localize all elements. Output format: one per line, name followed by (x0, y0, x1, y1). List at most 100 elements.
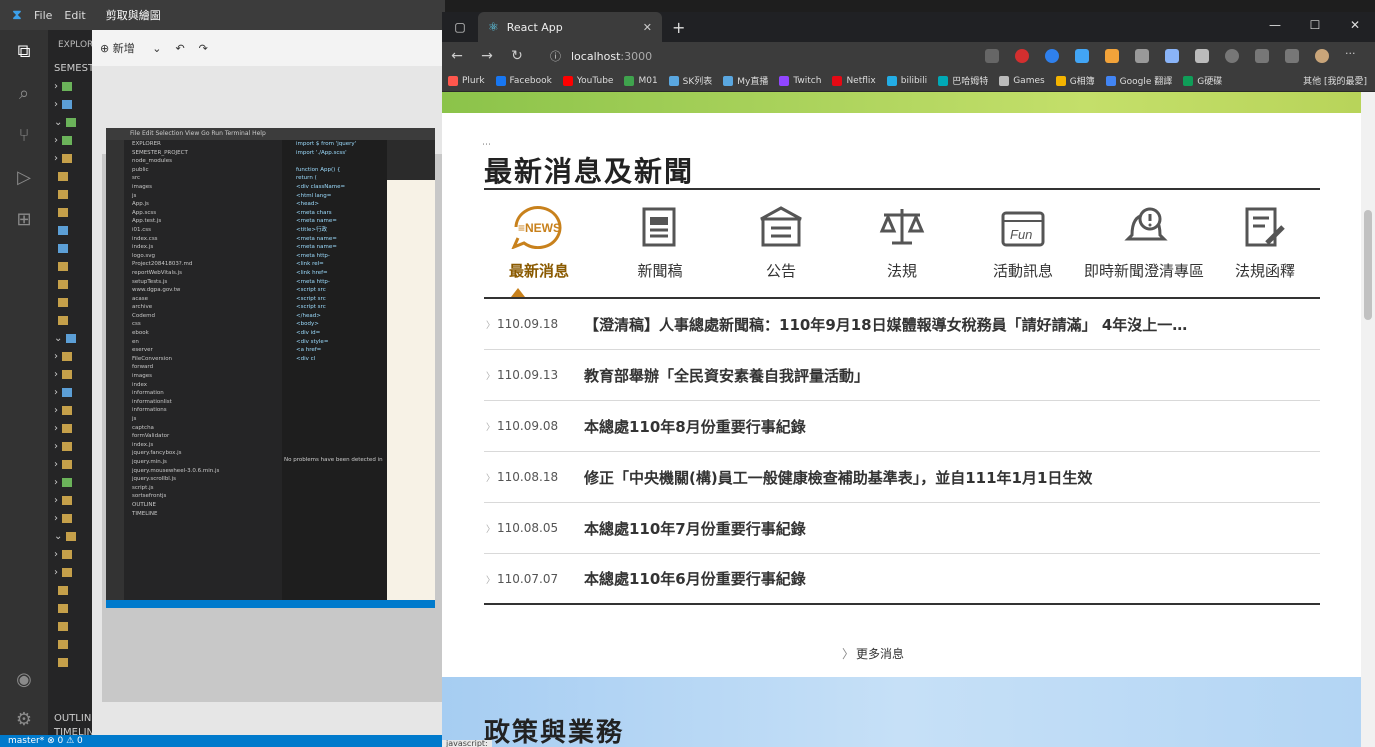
read-aloud-icon[interactable] (985, 49, 999, 63)
scrollbar-thumb[interactable] (1364, 210, 1372, 320)
extension-icon[interactable] (1135, 49, 1149, 63)
redo-icon[interactable]: ↷ (199, 42, 208, 55)
bookmark-item[interactable]: Netflix (832, 75, 876, 86)
search-icon[interactable]: ⌕ (0, 72, 48, 114)
mini-code-line: <div id= (296, 330, 321, 337)
undo-icon[interactable]: ↶ (175, 42, 184, 55)
profile-avatar-icon[interactable] (1315, 49, 1329, 63)
news-headline-link[interactable]: 本總處110年7月份重要行事紀錄 (584, 518, 1314, 539)
news-item[interactable]: 110.09.08本總處110年8月份重要行事紀錄 (484, 401, 1320, 452)
news-item[interactable]: 110.09.18【澄清稿】人事總處新聞稿：110年9月18日媒體報導女稅務員「… (484, 299, 1320, 350)
bookmark-item[interactable]: Games (999, 75, 1045, 86)
new-snip-button[interactable]: ⊕ 新增 ⌄ (100, 40, 161, 56)
more-news-link[interactable]: 更多消息 (842, 645, 904, 662)
category-clarification[interactable]: 即時新聞澄清專區 (1084, 202, 1204, 297)
bookmark-item[interactable]: bilibili (886, 75, 928, 86)
new-tab-button[interactable]: + (672, 18, 685, 37)
extension-icon[interactable] (1075, 49, 1089, 63)
mini-code-line: <div cl (296, 355, 316, 362)
bookmark-item[interactable]: G相簿 (1055, 74, 1095, 87)
url-input[interactable]: ⓘ localhost:3000 (542, 45, 940, 67)
vscode-status-bar[interactable]: master* ⊗ 0 ⚠ 0 (0, 735, 445, 747)
bookmark-favicon-icon (448, 75, 458, 86)
news-headline-link[interactable]: 本總處110年8月份重要行事紀錄 (584, 416, 1314, 437)
news-item[interactable]: 110.08.05本總處110年7月份重要行事紀錄 (484, 503, 1320, 554)
run-debug-icon[interactable]: ▷ (0, 156, 48, 198)
mini-file-item: eserver (132, 347, 153, 354)
news-item[interactable]: 110.08.18修正「中央機關(構)員工一般健康檢查補助基準表」，並自111年… (484, 452, 1320, 503)
news-item[interactable]: 110.09.13教育部舉辦「全民資安素養自我評量活動」 (484, 350, 1320, 401)
mini-file-item: jquery.fancybox.js (132, 450, 182, 457)
bookmark-item[interactable]: Twitch (779, 75, 822, 86)
extension-icon[interactable] (1225, 49, 1239, 63)
mini-file-item: setupTests.js (132, 278, 168, 285)
bookmark-favicon-icon (1105, 75, 1116, 86)
bookmark-label: bilibili (900, 75, 928, 86)
collections-icon[interactable] (1285, 49, 1299, 63)
news-headline-link[interactable]: 本總處110年6月份重要行事紀錄 (584, 568, 1314, 589)
news-headline-link[interactable]: 教育部舉辦「全民資安素養自我評量活動」 (584, 365, 1314, 386)
bookmark-item[interactable]: M01 (624, 75, 658, 86)
mini-file-item: ebook (132, 330, 149, 337)
bookmark-item[interactable]: G硬碟 (1183, 74, 1222, 87)
link-status-text: javascript: (442, 740, 492, 747)
back-icon[interactable]: ← (442, 48, 472, 64)
bookmark-item[interactable]: My直播 (723, 74, 768, 87)
close-tab-icon[interactable]: ✕ (643, 21, 652, 34)
extensions-icon[interactable]: ⊞ (0, 198, 48, 240)
more-icon[interactable]: ··· (1345, 48, 1359, 63)
category-events[interactable]: Fun 活動訊息 (968, 202, 1078, 297)
mini-file-item: index.css (132, 235, 158, 242)
document-edit-icon (1233, 202, 1297, 252)
news-item[interactable]: 110.07.07本總處110年6月份重要行事紀錄 (484, 554, 1320, 605)
tab-react-app[interactable]: ⚛ React App ✕ (478, 12, 662, 42)
workspaces-icon[interactable]: ▢ (442, 20, 478, 34)
extension-icon[interactable] (1045, 49, 1059, 63)
mini-vscode-menu: File Edit Selection View Go Run Terminal… (106, 128, 435, 140)
bookmark-label: Twitch (793, 75, 822, 86)
save-icon[interactable] (1195, 49, 1209, 63)
category-interpretation[interactable]: 法規函釋 (1210, 202, 1320, 297)
adblock-icon[interactable] (1015, 49, 1029, 63)
extension-icon[interactable] (1105, 49, 1119, 63)
favorites-icon[interactable] (1255, 49, 1269, 63)
new-snip-label: 新增 (112, 42, 135, 55)
account-icon[interactable]: ◉ (0, 658, 48, 700)
info-icon[interactable]: ⓘ (550, 48, 561, 64)
bookmark-item[interactable]: Google 翻譯 (1105, 74, 1172, 87)
news-icon: ≡NEWS (507, 202, 571, 252)
captured-screenshot: File Edit Selection View Go Run Terminal… (106, 128, 435, 608)
minimize-button[interactable]: — (1255, 12, 1295, 42)
maximize-button[interactable]: ☐ (1295, 12, 1335, 42)
mini-file-item: sortsefrontjs (132, 493, 167, 500)
divider (484, 188, 1320, 190)
bookmark-item[interactable]: SK列表 (668, 74, 712, 87)
category-latest-news[interactable]: ≡NEWS 最新消息 (484, 202, 594, 297)
other-bookmarks-folder[interactable]: 其他 [我的最愛] (1303, 74, 1367, 87)
category-regulations[interactable]: 法規 (847, 202, 957, 297)
news-section-title: 最新消息及新聞 (484, 155, 695, 188)
gear-icon[interactable]: ⚙ (0, 698, 48, 740)
news-headline-link[interactable]: 修正「中央機關(構)員工一般健康檢查補助基準表」，並自111年1月1日生效 (584, 467, 1314, 488)
menu-edit[interactable]: Edit (64, 9, 85, 22)
mini-problems-text: No problems have been detected in (284, 457, 383, 463)
mini-file-item: js (132, 192, 137, 199)
bookmark-item[interactable]: Plurk (448, 75, 485, 86)
bookmark-item[interactable]: 巴哈姆特 (938, 74, 988, 87)
explorer-icon[interactable]: ⧉ (0, 30, 48, 72)
mini-code-line: <meta http- (296, 278, 330, 285)
page-scrollbar[interactable] (1361, 92, 1375, 747)
bookmark-item[interactable]: YouTube (562, 75, 613, 86)
close-window-button[interactable]: ✕ (1335, 12, 1375, 42)
extension-icon[interactable] (1165, 49, 1179, 63)
refresh-icon[interactable]: ↻ (502, 48, 532, 64)
forward-icon[interactable]: → (472, 48, 502, 64)
announcement-icon (749, 202, 813, 252)
news-headline-link[interactable]: 【澄清稿】人事總處新聞稿：110年9月18日媒體報導女稅務員「請好請滿」 4年沒… (584, 314, 1314, 335)
category-press-release[interactable]: 新聞稿 (605, 202, 715, 297)
bookmark-item[interactable]: Facebook (495, 75, 552, 86)
source-control-icon[interactable]: ⑂ (0, 114, 48, 156)
address-bar-row: ← → ↻ ⓘ localhost:3000 ··· (442, 42, 1375, 70)
menu-file[interactable]: File (34, 9, 52, 22)
category-announcement[interactable]: 公告 (726, 202, 836, 297)
